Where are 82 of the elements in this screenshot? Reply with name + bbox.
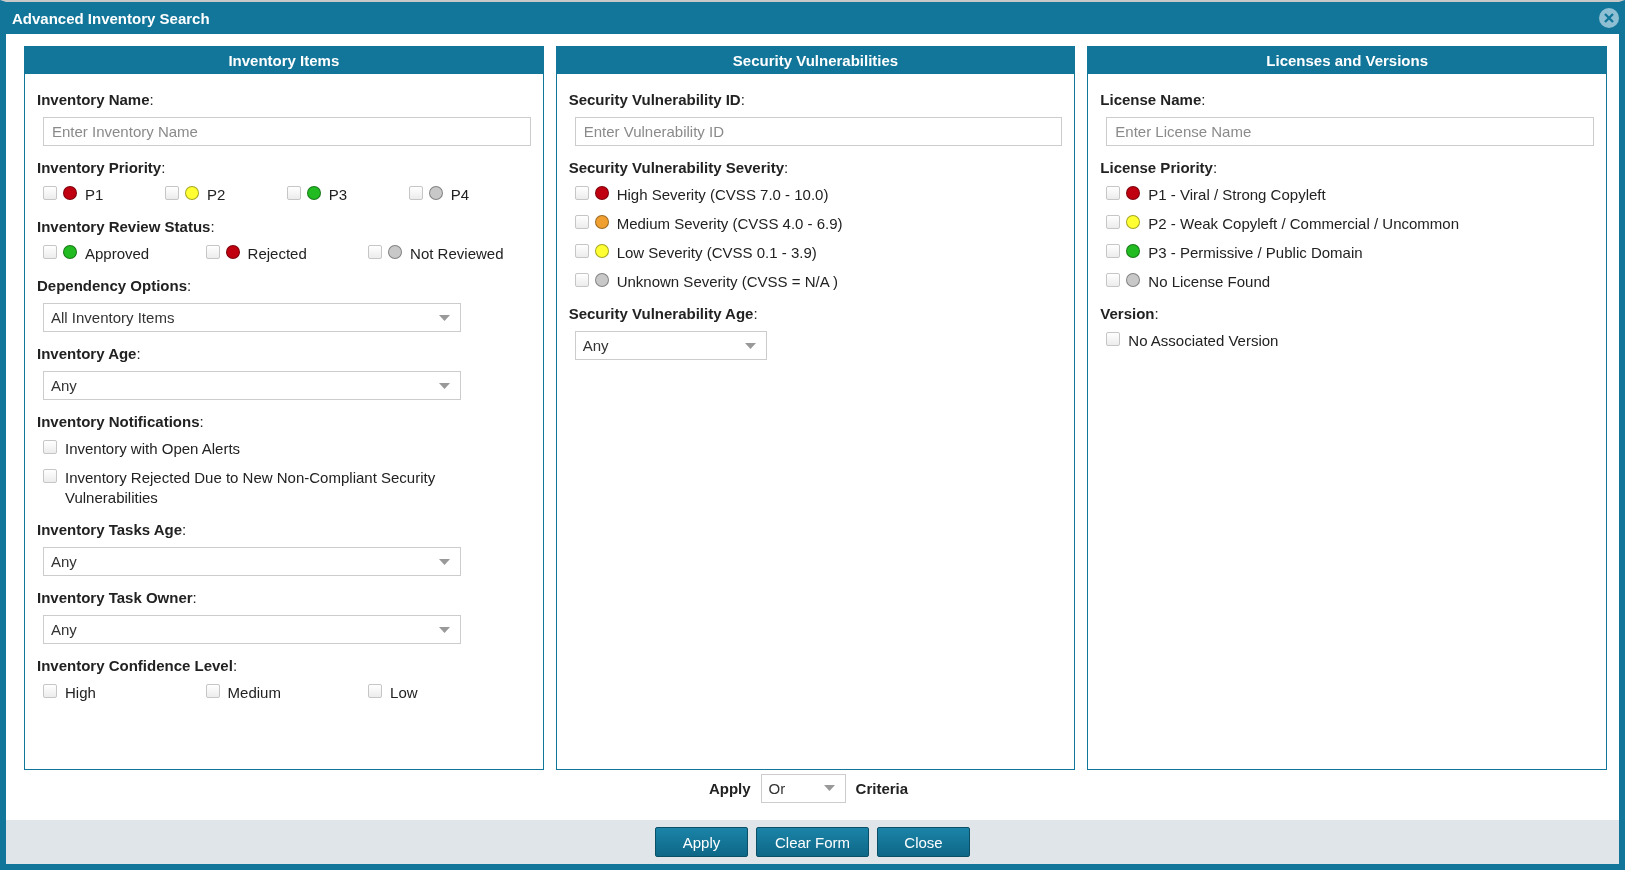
checkbox[interactable] — [205, 684, 220, 698]
checkbox[interactable] — [368, 684, 383, 698]
checkbox[interactable] — [1106, 273, 1121, 287]
criteria-label: Criteria — [855, 779, 909, 797]
field-label: Dependency Options: — [37, 276, 193, 296]
checkbox[interactable] — [1106, 244, 1121, 258]
input-field[interactable]: Enter License Name — [1106, 117, 1594, 146]
checkbox[interactable] — [574, 186, 589, 200]
field-label: Security Vulnerability Severity: — [568, 158, 790, 178]
dropdown[interactable]: All Inventory Items — [43, 303, 461, 332]
checkbox[interactable] — [43, 245, 57, 259]
checkbox[interactable] — [408, 186, 423, 200]
field-label: License Priority: — [1100, 158, 1219, 178]
criteria-label: Apply — [708, 779, 751, 797]
checkbox[interactable] — [43, 186, 57, 200]
checkbox[interactable] — [574, 215, 589, 229]
field-label: Inventory Name: — [37, 90, 155, 110]
input-field[interactable]: Enter Vulnerability ID — [574, 117, 1063, 146]
panel-header: Inventory Items — [25, 47, 543, 74]
field-label: Inventory Age: — [37, 344, 142, 364]
checkbox[interactable] — [43, 684, 57, 698]
checkbox[interactable] — [368, 245, 383, 259]
option-label: Not Reviewed — [410, 244, 504, 264]
field-label: Inventory Task Owner: — [37, 588, 198, 608]
panel-header: Licenses and Versions — [1088, 47, 1606, 74]
footer-button[interactable]: Apply — [655, 827, 748, 857]
field-label: Version: — [1100, 304, 1160, 324]
caret-icon — [744, 342, 756, 349]
field-label: Inventory Priority: — [37, 158, 167, 178]
input-field[interactable]: Enter Inventory Name — [43, 117, 531, 146]
option-label: No Associated Version — [1128, 331, 1279, 351]
option-label: Medium — [227, 683, 281, 703]
panel-header: Security Vulnerabilities — [556, 47, 1075, 74]
option-label: P3 - Permissive / Public Domain — [1148, 243, 1363, 263]
option-label: High — [65, 683, 96, 703]
field-label: Inventory Review Status: — [37, 217, 216, 237]
option-label: Approved — [85, 244, 150, 264]
option-label: Rejected — [247, 244, 307, 264]
option-label: Medium Severity (CVSS 4.0 - 6.9) — [616, 214, 843, 234]
checkbox[interactable] — [43, 469, 57, 483]
footer-button[interactable]: Close — [877, 827, 970, 857]
checkbox[interactable] — [205, 245, 220, 259]
window-title: Advanced Inventory Search — [12, 9, 210, 27]
checkbox[interactable] — [286, 186, 301, 200]
dropdown[interactable]: Or — [760, 773, 846, 803]
dropdown[interactable]: Any — [43, 615, 461, 644]
option-label: P3 — [328, 185, 348, 205]
option-label: P1 — [85, 185, 104, 205]
checkbox[interactable] — [574, 244, 589, 258]
field-label: License Name: — [1100, 90, 1207, 110]
option-label: Inventory Rejected Due to New Non-Compliant Security Vulnerabilities — [65, 468, 437, 508]
field-label: Inventory Tasks Age: — [37, 520, 188, 540]
option-label: P1 - Viral / Strong Copyleft — [1148, 185, 1326, 205]
field-label: Inventory Notifications: — [37, 412, 205, 432]
checkbox[interactable] — [43, 440, 57, 454]
option-label: Low — [390, 683, 418, 703]
field-label: Inventory Confidence Level: — [37, 656, 239, 676]
dropdown[interactable]: Any — [43, 371, 461, 400]
field-label: Security Vulnerability Age: — [568, 304, 759, 324]
caret-icon — [439, 382, 450, 389]
field-label: Security Vulnerability ID: — [568, 90, 746, 110]
checkbox[interactable] — [1106, 215, 1121, 229]
option-label: Low Severity (CVSS 0.1 - 3.9) — [616, 243, 817, 263]
caret-icon — [439, 314, 450, 321]
caret-icon — [823, 785, 835, 791]
option-label: P2 — [206, 185, 226, 205]
option-label: No License Found — [1148, 272, 1271, 292]
checkbox[interactable] — [1106, 186, 1121, 200]
option-label: High Severity (CVSS 7.0 - 10.0) — [616, 185, 829, 205]
dropdown[interactable]: Any — [43, 547, 461, 576]
dropdown[interactable]: Any — [574, 331, 767, 360]
checkbox[interactable] — [164, 186, 179, 200]
caret-icon — [439, 626, 450, 633]
close-icon[interactable] — [1599, 8, 1619, 28]
checkbox[interactable] — [1106, 332, 1121, 346]
option-label: Unknown Severity (CVSS = N/A ) — [616, 272, 838, 292]
footer-button[interactable]: Clear Form — [756, 827, 869, 857]
checkbox[interactable] — [574, 273, 589, 287]
option-label: Inventory with Open Alerts — [65, 439, 241, 459]
option-label: P4 — [450, 185, 470, 205]
option-label: P2 - Weak Copyleft / Commercial / Uncommon — [1148, 214, 1459, 234]
caret-icon — [439, 558, 450, 565]
